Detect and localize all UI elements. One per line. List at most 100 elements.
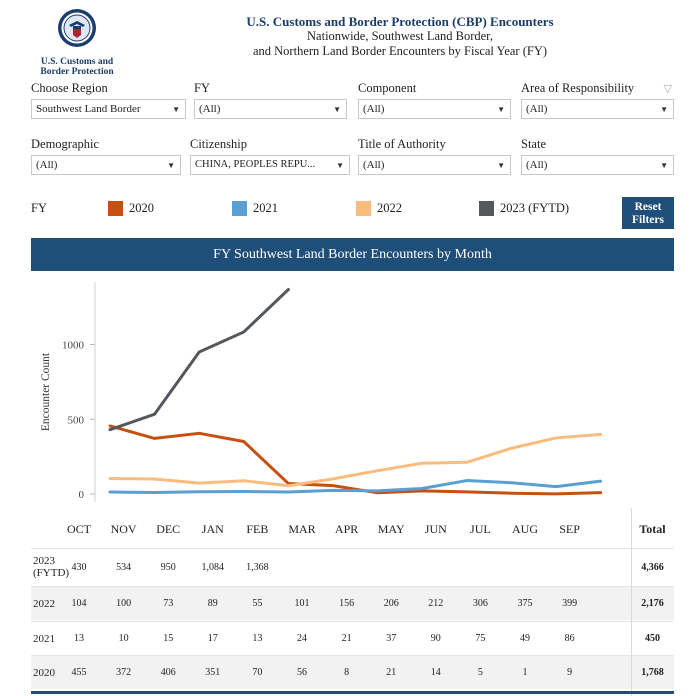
table-cell: 1 [522,667,528,678]
table-row: 2021 13 10 15 17 13 24 21 37 90 75 49 86 450 [31,621,674,655]
filter-fy-label: FY [194,81,210,95]
table-cell: 306 [472,598,488,609]
filter-state-label: State [521,137,546,151]
state-select[interactable]: (All) ▼ [521,155,674,175]
demographic-select-value: (All) [36,159,58,171]
table-cell: 10 [118,633,129,644]
legend-item-2023[interactable]: 2023 (FYTD) [479,201,569,216]
column-header: DEC [156,522,181,536]
legend-item-label: 2022 [377,201,402,215]
y-tick-label: 0 [79,489,85,501]
fy-select-value: (All) [199,103,221,115]
line-chart: 0 500 1000 Encounter Count [40,282,603,502]
table-cell: 14 [430,667,441,678]
header: U.S. Customs and Border Protection U.S. … [0,0,700,77]
table-cell: 75 [475,633,486,644]
table-cell: 49 [520,633,530,644]
filter-demographic-label: Demographic [31,137,100,151]
page-title: U.S. Customs and Border Protection (CBP)… [246,14,554,29]
filter-aor-label: Area of Responsibility ▽ [521,80,674,96]
y-tick-label: 500 [68,414,85,426]
fy-select[interactable]: (All) ▼ [194,99,347,119]
column-header: MAR [288,522,316,536]
y-tick-label: 1000 [62,340,85,352]
chevron-down-icon: ▼ [333,105,341,114]
citizenship-select[interactable]: CHINA, PEOPLES REPU... ▼ [190,155,350,175]
chevron-down-icon: ▼ [336,161,344,170]
reset-filters-button[interactable]: Reset Filters [622,197,674,229]
table-cell: 5 [477,667,483,678]
table-cell: 399 [562,598,578,609]
filter-fy: FY (All) ▼ [194,80,347,119]
legend-item-2020[interactable]: 2020 [108,201,154,216]
table-cell: 21 [386,667,397,678]
table-cell: 206 [383,598,399,609]
filter-aor-label-text: Area of Responsibility [521,81,635,95]
cbp-seal-icon [58,9,96,47]
table-cell: 101 [294,598,310,609]
filter-authority: Title of Authority (All) ▼ [358,136,511,175]
filter-component-label: Component [358,81,417,95]
legend-title: FY [31,201,47,215]
chevron-down-icon: ▼ [497,105,505,114]
table-cell-total: 450 [645,633,660,644]
filter-state: State (All) ▼ [521,136,674,175]
authority-select[interactable]: (All) ▼ [358,155,511,175]
column-header: OCT [67,522,91,536]
chevron-down-icon: ▼ [172,105,180,114]
component-select[interactable]: (All) ▼ [358,99,511,119]
column-header: FEB [246,522,269,536]
filter-region: Choose Region Southwest Land Border ▼ [31,80,186,119]
table-cell: 534 [116,562,132,573]
table-cell: 73 [163,598,174,609]
legend-item-2022[interactable]: 2022 [356,201,402,216]
legend-item-2021[interactable]: 2021 [232,201,278,216]
table-cell: 430 [71,562,87,573]
total-separator [631,508,632,696]
chart-title-banner: FY Southwest Land Border Encounters by M… [31,238,674,271]
chevron-down-icon: ▼ [497,161,505,170]
authority-select-value: (All) [363,159,385,171]
component-select-value: (All) [363,103,385,115]
column-header: JUN [424,522,447,536]
aor-select[interactable]: (All) ▼ [521,99,674,119]
region-select[interactable]: Southwest Land Border ▼ [31,99,186,119]
table-cell: 372 [116,667,132,678]
aor-select-value: (All) [526,103,548,115]
table-cell: 13 [74,633,84,644]
table-cell-total: 2,176 [641,598,664,609]
legend-swatch [356,201,371,216]
y-axis-label: Encounter Count [40,352,52,431]
region-select-value: Southwest Land Border [36,103,141,115]
table-row: 2022 104 100 73 89 55 101 156 206 212 306 375 399 2,1… [31,586,674,620]
filter-region-label: Choose Region [31,81,108,95]
table-cell: 90 [430,633,441,644]
table-cell: 406 [160,667,176,678]
table-cell: 15 [163,633,174,644]
table-cell: 55 [252,598,263,609]
reset-line1: Reset [634,201,662,213]
page-subtitle-2: and Northern Land Border Encounters by F… [252,44,548,58]
chevron-down-icon: ▼ [660,161,668,170]
legend-swatch [479,201,494,216]
column-header: NOV [110,522,137,536]
filter-citizenship-label: Citizenship [190,137,247,151]
column-header: SEP [559,522,580,536]
filter-demographic: Demographic (All) ▼ [31,136,181,175]
chart-legend: FY 2020 2021 2022 2023 (FYTD) Reset Filt… [31,197,674,231]
filter-authority-label: Title of Authority [358,137,446,151]
legend-item-label: 2021 [253,201,278,215]
chevron-down-icon: ▼ [167,161,175,170]
row-label: 2022 [33,598,55,610]
cbp-logo[interactable]: U.S. Customs and Border Protection [32,8,122,77]
row-label: 2020 [33,667,55,679]
demographic-select[interactable]: (All) ▼ [31,155,181,175]
table-row: 2020 455 372 406 351 70 56 8 21 14 5 1 9 1,768 [31,655,674,689]
table-cell-total: 1,768 [641,667,664,678]
filter-funnel-icon[interactable]: ▽ [664,81,672,97]
logo-line2: Border Protection [40,67,114,77]
table-header: OCT NOV DEC JAN FEB MAR APR MAY JUN JUL AUG SEP Tota… [31,508,674,548]
column-header: AUG [512,522,538,536]
table-cell: 86 [564,633,575,644]
column-header-total: Total [639,522,666,536]
